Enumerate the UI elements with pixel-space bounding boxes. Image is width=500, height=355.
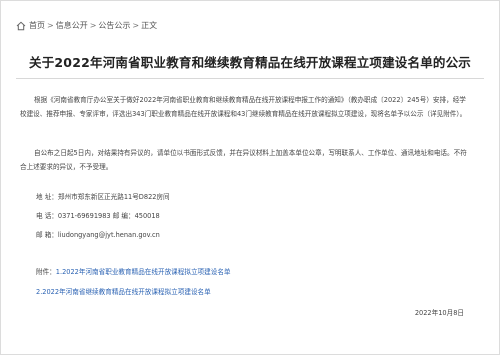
attachment-row-1: 附件：1.2022年河南省职业教育精品在线开放课程拟立项建设名单 <box>36 266 231 278</box>
attachment-link-2[interactable]: 2.2022年河南省继续教育精品在线开放课程拟立项建设名单 <box>36 288 211 296</box>
breadcrumb-separator: > <box>89 21 97 30</box>
home-icon[interactable] <box>16 21 26 31</box>
breadcrumb-separator: > <box>47 21 54 30</box>
breadcrumb: 首页 > 信息公开 > 公告公示 > 正文 <box>16 20 157 32</box>
attachments-label: 附件： <box>36 268 56 276</box>
page-title: 关于2022年河南省职业教育和继续教育精品在线开放课程立项建设名单的公示 <box>29 55 471 70</box>
breadcrumb-info-open-link[interactable]: 信息公开 <box>56 20 88 32</box>
attachment-link-1[interactable]: 1.2022年河南省职业教育精品在线开放课程拟立项建设名单 <box>56 268 231 276</box>
contact-phone: 电 话：0371-69691983 邮 编：450018 <box>36 212 160 220</box>
attachment-row-2: 2.2022年河南省继续教育精品在线开放课程拟立项建设名单 <box>36 286 211 298</box>
article-paragraph-1: 根据《河南省教育厅办公室关于做好2022年河南省职业教育和继续教育精品在线开放课… <box>20 96 467 118</box>
breadcrumb-separator: > <box>132 21 140 30</box>
contact-email: 邮 箱：liudongyang@jyt.henan.gov.cn <box>36 231 160 239</box>
publish-date: 2022年10月8日 <box>414 309 464 317</box>
article-paragraph-2: 自公布之日起5日内，对结果持有异议的，请单位以书面形式反馈，并在异议材料上加盖本… <box>20 149 467 171</box>
contact-address: 地 址：郑州市郑东新区正光路11号D822房间 <box>36 193 170 201</box>
title-divider <box>16 78 484 79</box>
breadcrumb-current: 正文 <box>141 21 158 30</box>
breadcrumb-notice-link[interactable]: 公告公示 <box>98 20 130 32</box>
breadcrumb-home-link[interactable]: 首页 <box>29 20 45 32</box>
